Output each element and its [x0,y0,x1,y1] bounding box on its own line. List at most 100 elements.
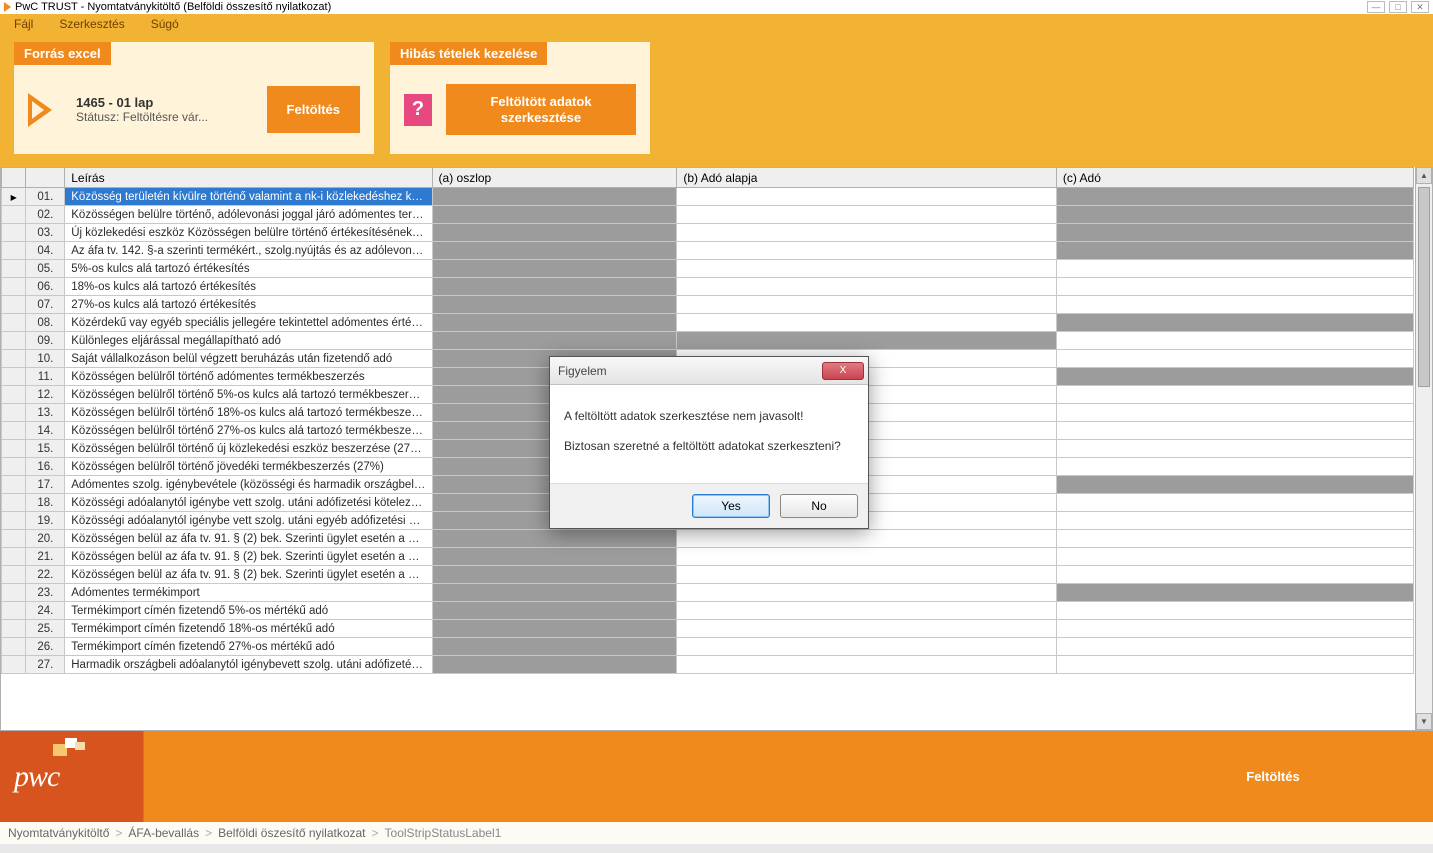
row-description[interactable]: Saját vállalkozáson belül végzett beruhá… [65,350,432,368]
table-row[interactable]: 09.Különleges eljárással megállapítható … [2,332,1414,350]
cell-b[interactable] [677,620,1057,638]
cell-c[interactable] [1056,494,1413,512]
cell-c[interactable] [1056,278,1413,296]
row-header[interactable] [2,512,26,530]
breadcrumb-1[interactable]: Nyomtatványkitöltő [8,826,109,840]
row-header[interactable] [2,296,26,314]
cell-b[interactable] [677,278,1057,296]
row-description[interactable]: Közösségen belülről történő új közlekedé… [65,440,432,458]
cell-b[interactable] [677,584,1057,602]
grid-header-desc[interactable]: Leírás [65,168,432,188]
table-row[interactable]: 22.Közösségen belül az áfa tv. 91. § (2)… [2,566,1414,584]
row-header[interactable] [2,224,26,242]
breadcrumb-2[interactable]: ÁFA-bevallás [128,826,199,840]
row-header[interactable] [2,314,26,332]
row-header[interactable] [2,368,26,386]
row-header[interactable] [2,332,26,350]
row-description[interactable]: Adómentes szolg. igénybevétele (közösség… [65,476,432,494]
row-description[interactable]: Új közlekedési eszköz Közösségen belülre… [65,224,432,242]
row-description[interactable]: Közösségen belülről történő adómentes te… [65,368,432,386]
row-header[interactable] [2,566,26,584]
row-header[interactable] [2,530,26,548]
table-row[interactable]: 21.Közösségen belül az áfa tv. 91. § (2)… [2,548,1414,566]
grid-header-c[interactable]: (c) Adó [1056,168,1413,188]
cell-c[interactable] [1056,332,1413,350]
cell-b[interactable] [677,188,1057,206]
table-row[interactable]: 26.Termékimport címén fizetendő 27%-os m… [2,638,1414,656]
row-header[interactable] [2,206,26,224]
cell-c[interactable] [1056,458,1413,476]
dialog-no-button[interactable]: No [780,494,858,518]
cell-c[interactable] [1056,656,1413,674]
row-header[interactable] [2,584,26,602]
dialog-yes-button[interactable]: Yes [692,494,770,518]
table-row[interactable]: 08.Közérdekű vay egyéb speciális jellegé… [2,314,1414,332]
cell-c[interactable] [1056,512,1413,530]
dialog-titlebar[interactable]: Figyelem X [550,357,868,385]
row-description[interactable]: Adómentes termékimport [65,584,432,602]
table-row[interactable]: 27.Harmadik országbeli adóalanytól igény… [2,656,1414,674]
cell-c[interactable] [1056,350,1413,368]
cell-b[interactable] [677,638,1057,656]
close-button[interactable]: ✕ [1411,1,1429,13]
footer-upload-button[interactable]: Feltöltés [1153,749,1393,805]
row-header[interactable] [2,278,26,296]
menu-help[interactable]: Súgó [151,17,179,31]
row-header[interactable] [2,188,26,206]
row-description[interactable]: Termékimport címén fizetendő 18%-os mért… [65,620,432,638]
cell-b[interactable] [677,566,1057,584]
cell-b[interactable] [677,314,1057,332]
vertical-scrollbar[interactable]: ▲ ▼ [1415,167,1432,730]
cell-c[interactable] [1056,422,1413,440]
row-description[interactable]: 18%-os kulcs alá tartozó értékesítés [65,278,432,296]
grid-header-b[interactable]: (b) Adó alapja [677,168,1057,188]
cell-b[interactable] [677,206,1057,224]
row-description[interactable]: Közösségen belülről történő 18%-os kulcs… [65,404,432,422]
row-header[interactable] [2,494,26,512]
row-header[interactable] [2,386,26,404]
row-description[interactable]: Közösségen belül az áfa tv. 91. § (2) be… [65,548,432,566]
row-header[interactable] [2,602,26,620]
row-description[interactable]: Termékimport címén fizetendő 5%-os mérté… [65,602,432,620]
table-row[interactable]: 24.Termékimport címén fizetendő 5%-os mé… [2,602,1414,620]
cell-c[interactable] [1056,638,1413,656]
row-header[interactable] [2,638,26,656]
row-header[interactable] [2,476,26,494]
row-description[interactable]: Különleges eljárással megállapítható adó [65,332,432,350]
table-row[interactable]: 07.27%-os kulcs alá tartozó értékesítés [2,296,1414,314]
scroll-up-icon[interactable]: ▲ [1416,167,1432,184]
upload-button[interactable]: Feltöltés [267,86,360,134]
table-row[interactable]: 06.18%-os kulcs alá tartozó értékesítés [2,278,1414,296]
dialog-close-button[interactable]: X [822,362,864,380]
cell-c[interactable] [1056,296,1413,314]
row-header[interactable] [2,620,26,638]
cell-c[interactable] [1056,386,1413,404]
table-row[interactable]: 02.Közösségen belülre történő, adólevoná… [2,206,1414,224]
cell-c[interactable] [1056,530,1413,548]
cell-c[interactable] [1056,404,1413,422]
menu-edit[interactable]: Szerkesztés [59,17,124,31]
table-row[interactable]: 25.Termékimport címén fizetendő 18%-os m… [2,620,1414,638]
row-description[interactable]: Közösségen belülre történő, adólevonási … [65,206,432,224]
scroll-thumb[interactable] [1418,187,1430,387]
row-description[interactable]: 27%-os kulcs alá tartozó értékesítés [65,296,432,314]
cell-b[interactable] [677,548,1057,566]
row-header[interactable] [2,440,26,458]
table-row[interactable]: 20.Közösségen belül az áfa tv. 91. § (2)… [2,530,1414,548]
row-description[interactable]: 5%-os kulcs alá tartozó értékesítés [65,260,432,278]
cell-b[interactable] [677,224,1057,242]
row-header[interactable] [2,260,26,278]
row-header[interactable] [2,350,26,368]
row-header[interactable] [2,242,26,260]
row-header[interactable] [2,548,26,566]
row-description[interactable]: Közösségi adóalanytól igénybe vett szolg… [65,512,432,530]
scroll-down-icon[interactable]: ▼ [1416,713,1432,730]
cell-c[interactable] [1056,548,1413,566]
table-row[interactable]: 23.Adómentes termékimport [2,584,1414,602]
row-description[interactable]: Közösségen belül az áfa tv. 91. § (2) be… [65,566,432,584]
row-header[interactable] [2,656,26,674]
cell-b[interactable] [677,242,1057,260]
breadcrumb-3[interactable]: Belföldi öszesítő nyilatkozat [218,826,365,840]
row-description[interactable]: Közösségen belülről történő 5%-os kulcs … [65,386,432,404]
cell-b[interactable] [677,656,1057,674]
